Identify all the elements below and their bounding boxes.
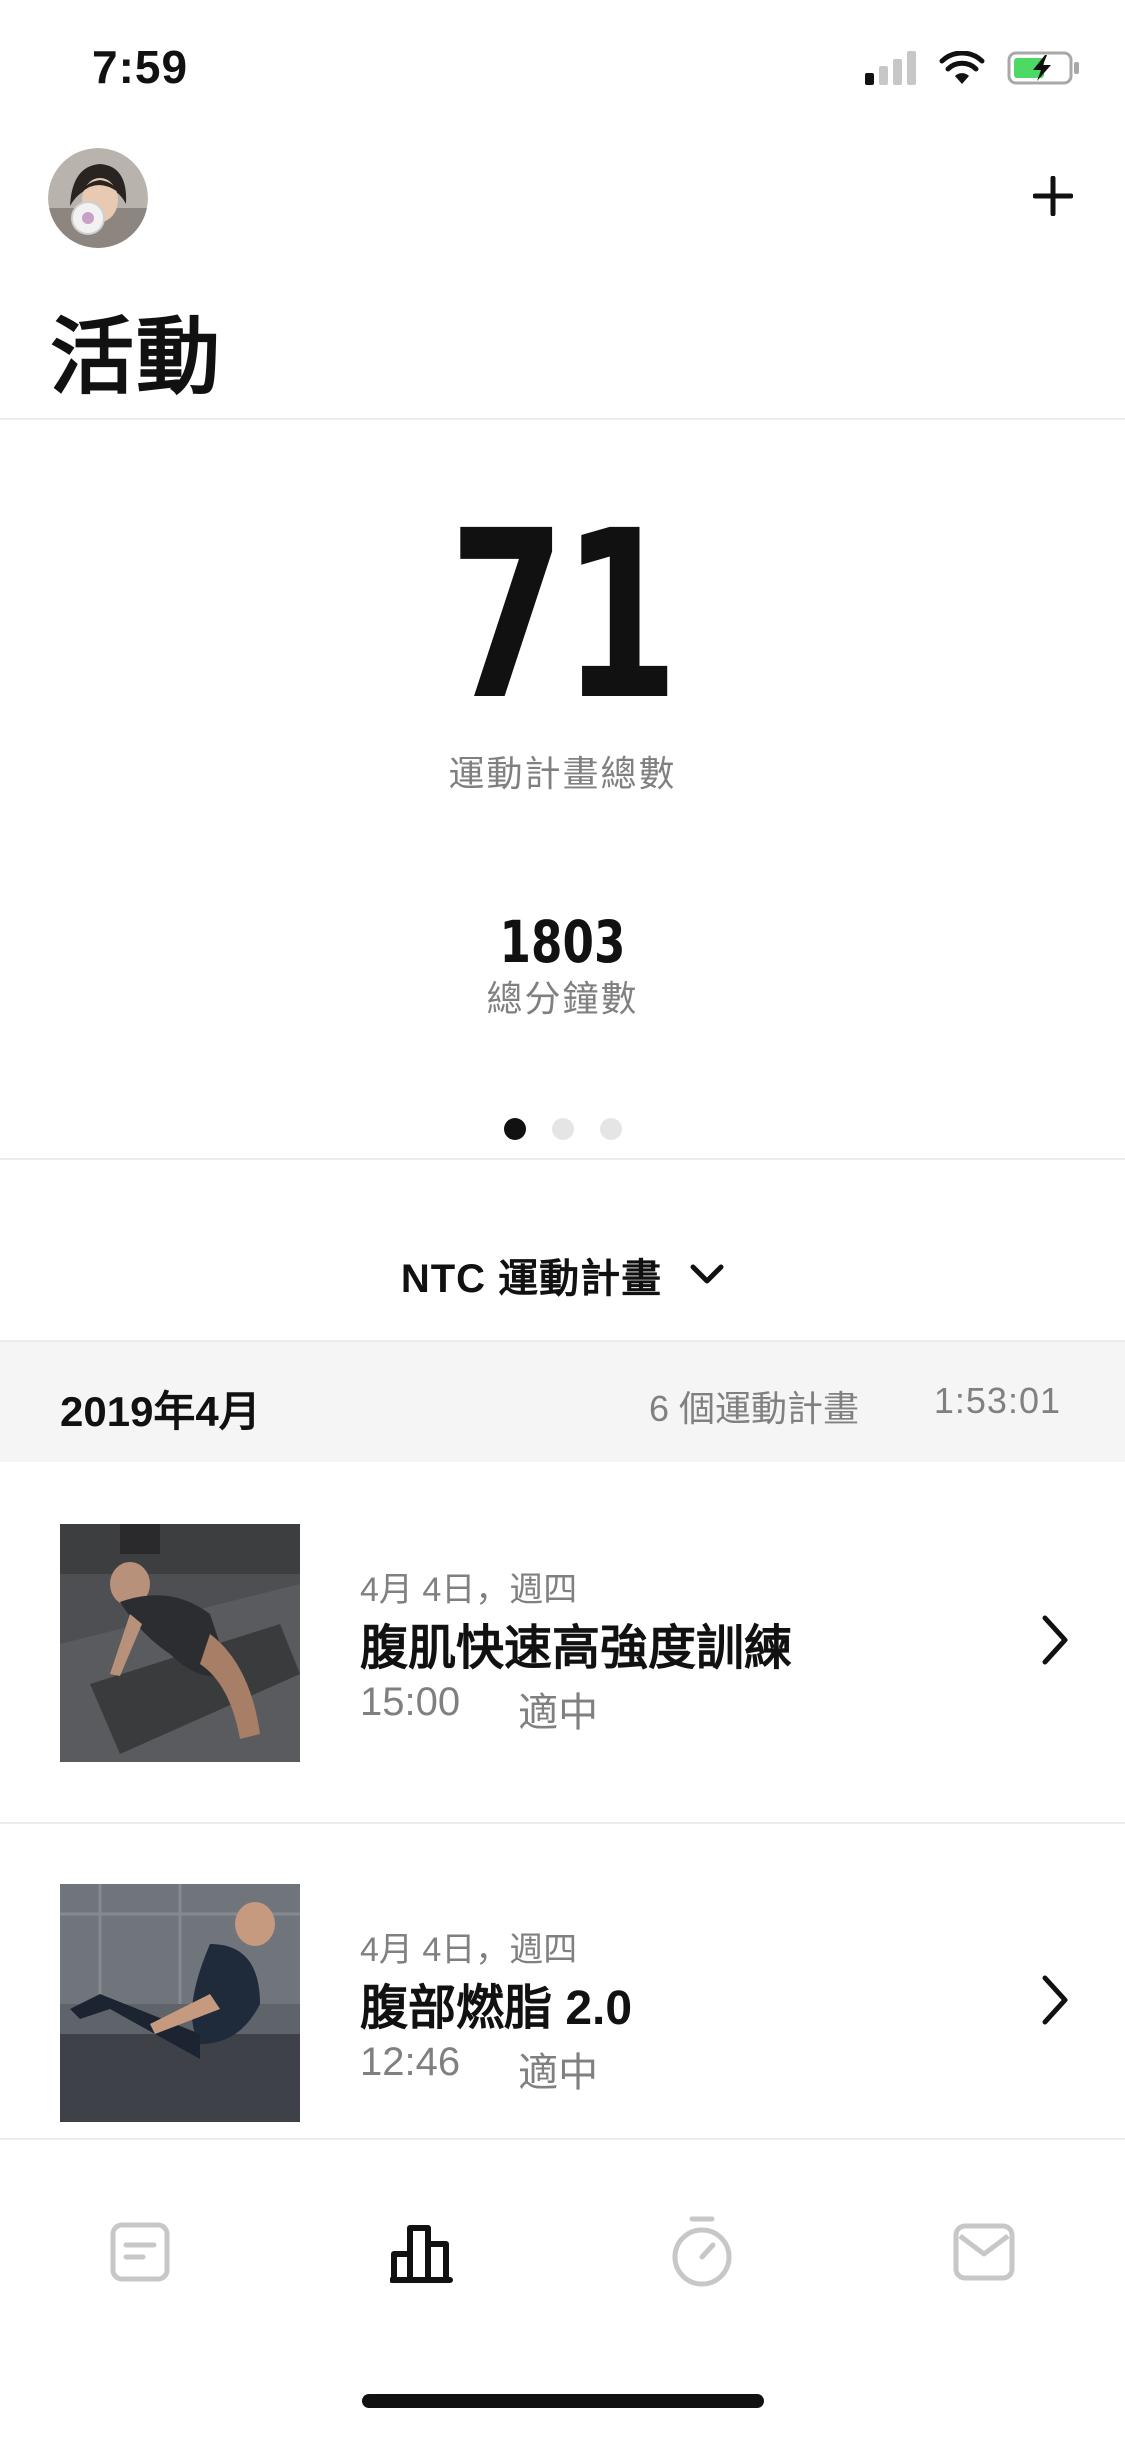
month-total-duration: 1:53:01 [933,1380,1061,1421]
feed-icon [110,2222,170,2282]
inbox-icon [953,2223,1015,2281]
tab-inbox[interactable] [944,2212,1024,2292]
workout-thumbnail [60,1884,300,2122]
workout-date: 4月 4日，週四 [360,1571,578,1609]
filter-label: NTC 運動計畫 [400,1257,663,1301]
user-avatar [48,148,148,248]
workout-duration: 12:46 [360,2040,461,2084]
home-indicator[interactable] [362,2394,764,2408]
month-title: 2019年4月 [60,1388,261,1435]
tab-activity[interactable] [382,2212,462,2292]
chevron-right-icon [1042,1615,1068,1665]
summary-divider [0,1158,1125,1160]
chevron-right-icon [1042,1975,1068,2025]
workout-thumbnail [60,1524,300,1762]
page-dot-1[interactable] [503,1118,526,1140]
tab-bar [0,2138,1125,2438]
workout-level: 適中 [518,2051,599,2095]
page-dot-2[interactable] [551,1118,574,1140]
workout-filter-dropdown[interactable]: NTC 運動計畫 [0,1210,1125,1340]
cellular-signal-icon [865,51,916,85]
page-indicator[interactable] [0,1118,1125,1140]
add-button[interactable] [1025,168,1081,224]
month-workout-count: 6 個運動計畫 [648,1388,859,1429]
plus-icon [1033,176,1073,216]
total-workouts-count: 71 [449,481,679,751]
workout-meta: 12:46 適中 [360,2040,598,2098]
total-minutes-label: 總分鐘數 [486,978,639,1019]
activity-icon [390,2225,453,2283]
stopwatch-icon [672,2216,732,2287]
page-title: 活動 [50,310,223,404]
workout-date: 4月 4日，週四 [360,1931,578,1969]
tab-feed[interactable] [100,2212,180,2292]
workout-row[interactable]: 4月 4日，週四 腹肌快速高強度訓練 15:00 適中 [0,1462,1125,1822]
chevron-down-icon [690,1264,724,1284]
workout-meta: 15:00 適中 [360,1680,598,1738]
total-minutes-count: 1803 [499,908,626,976]
total-workouts-label: 運動計畫總數 [448,753,677,794]
workout-row[interactable]: 4月 4日，週四 腹部燃脂 2.0 12:46 適中 [0,1822,1125,2182]
workout-title: 腹肌快速高強度訓練 [360,1622,793,1675]
status-icons [865,48,1081,88]
wifi-icon [939,51,985,84]
avatar[interactable] [48,148,148,248]
header-divider [0,418,1125,420]
page-dot-3[interactable] [599,1118,622,1140]
status-time: 7:59 [92,41,189,93]
workout-duration: 15:00 [360,1680,461,1724]
battery-charging-icon [1007,51,1079,85]
workout-title: 腹部燃脂 2.0 [360,1982,633,2035]
tab-stopwatch[interactable] [662,2212,742,2292]
workout-level: 適中 [518,1691,599,1735]
